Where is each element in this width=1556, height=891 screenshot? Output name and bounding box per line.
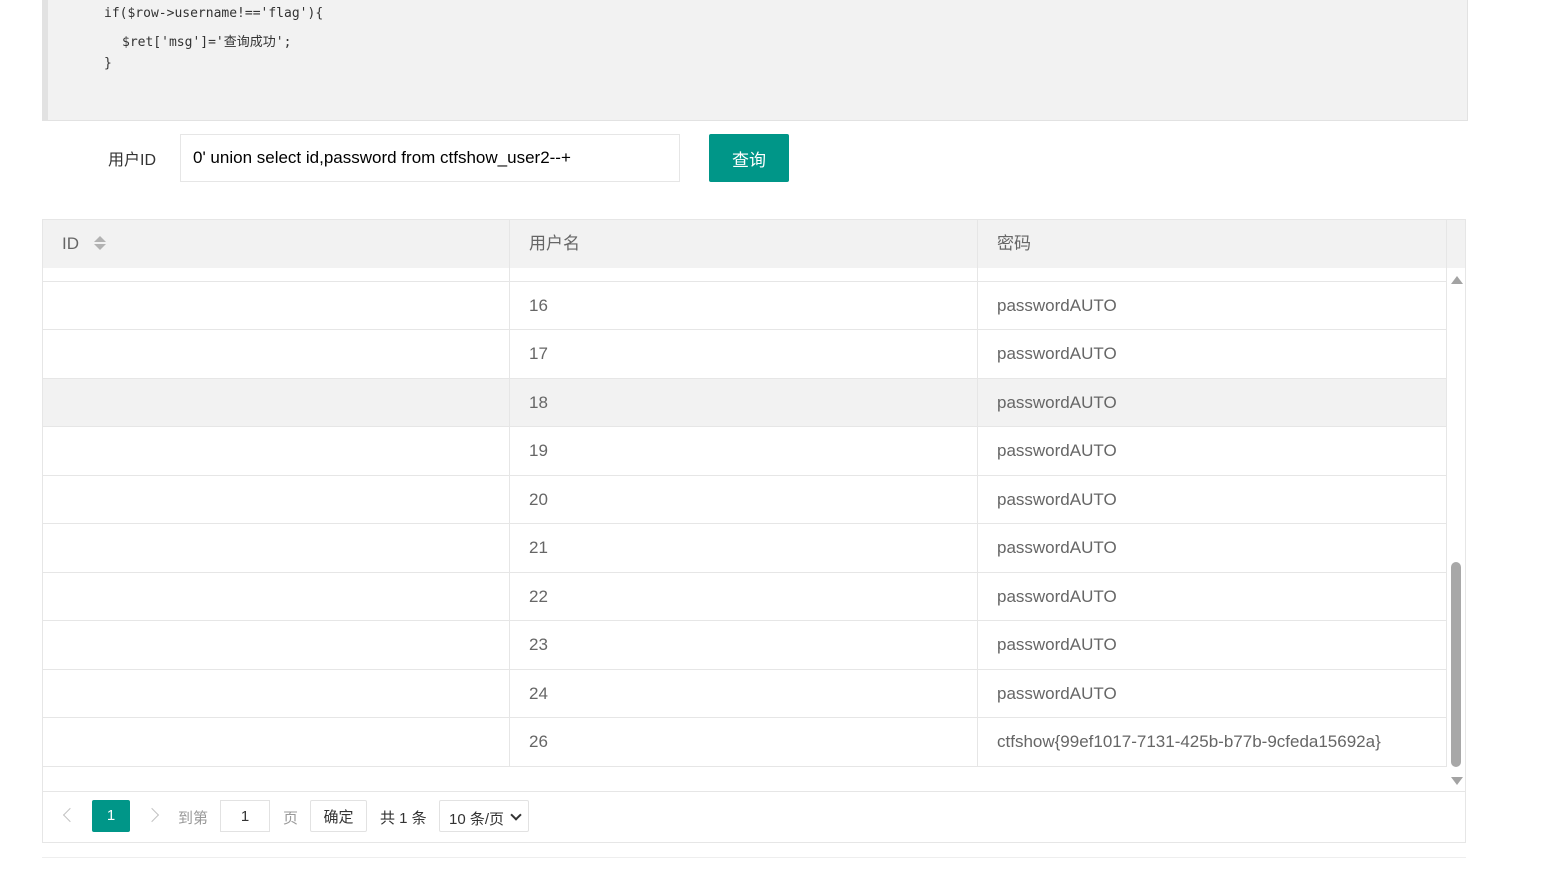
table-row[interactable]: 18 passwordAUTO <box>43 378 1447 427</box>
cell-username: 19 <box>510 427 978 475</box>
chevron-right-icon <box>144 807 160 823</box>
cell-id <box>43 621 510 669</box>
cell-id <box>43 281 510 329</box>
code-line: $ret['msg']='查询成功'; <box>122 35 292 50</box>
table-row[interactable]: 17 passwordAUTO <box>43 330 1447 379</box>
table-row[interactable]: 15passwordAUTO <box>43 268 1447 282</box>
chevron-left-icon <box>62 807 78 823</box>
column-header-password: 密码 <box>978 220 1447 268</box>
cell-id <box>43 330 510 378</box>
cell-id <box>43 427 510 475</box>
table-row[interactable]: 16 passwordAUTO <box>43 281 1447 330</box>
goto-label: 到第 <box>178 810 209 827</box>
cell-password: passwordAUTO <box>978 281 1447 329</box>
cell-id <box>43 718 510 766</box>
query-button[interactable]: 查询 <box>709 134 789 182</box>
table-row[interactable]: 26 ctfshow{99ef1017-7131-425b-b77b-9cfeda… <box>43 718 1447 767</box>
table-header: ID 用户名 密码 <box>43 220 1465 269</box>
cell-username: 26 <box>510 718 978 766</box>
page-size-select[interactable]: 10 条/页 <box>439 800 529 832</box>
cell-password: passwordAUTO <box>978 268 1447 281</box>
cell-id <box>43 524 510 572</box>
user-id-label: 用户ID <box>108 152 157 169</box>
code-line: if($row->username!=='flag'){ <box>104 6 324 21</box>
table-row[interactable]: 21 passwordAUTO <box>43 524 1447 573</box>
cell-password: passwordAUTO <box>978 427 1447 475</box>
cell-id <box>43 268 510 281</box>
cell-username: 18 <box>510 378 978 426</box>
page-label: 页 <box>283 810 299 827</box>
column-header-label: ID <box>62 234 79 253</box>
page-size-value: 10 条/页 <box>449 811 505 828</box>
sort-icon[interactable] <box>93 235 106 251</box>
column-header-id[interactable]: ID <box>43 220 510 268</box>
cell-password: passwordAUTO <box>978 378 1447 426</box>
scroll-up-arrow-icon[interactable] <box>1451 276 1463 284</box>
cell-username: 21 <box>510 524 978 572</box>
cell-username: 17 <box>510 330 978 378</box>
table-body[interactable]: 15passwordAUTO16passwordAUTO17passwordAU… <box>43 268 1447 791</box>
goto-page-input[interactable] <box>220 800 270 832</box>
cell-username: 16 <box>510 281 978 329</box>
table-row[interactable]: 22 passwordAUTO <box>43 572 1447 621</box>
cell-username: 20 <box>510 475 978 523</box>
cell-username: 15 <box>510 268 978 281</box>
code-line: } <box>104 56 112 71</box>
cell-password: passwordAUTO <box>978 524 1447 572</box>
code-block: if($row->username!=='flag'){ $ret['msg']… <box>42 0 1468 121</box>
table-row[interactable]: 23 passwordAUTO <box>43 621 1447 670</box>
total-count: 共 1 条 <box>380 810 427 827</box>
cell-password: ctfshow{99ef1017-7131-425b-b77b-9cfeda15… <box>978 718 1447 766</box>
page-1-button[interactable]: 1 <box>92 800 130 832</box>
cell-id <box>43 572 510 620</box>
divider <box>42 857 1466 858</box>
dropdown-caret-icon <box>510 809 522 821</box>
cell-username: 23 <box>510 621 978 669</box>
cell-id <box>43 669 510 717</box>
prev-page-button[interactable] <box>61 804 78 826</box>
scroll-down-arrow-icon[interactable] <box>1451 777 1463 785</box>
scroll-thumb[interactable] <box>1451 562 1461 767</box>
pagination: 1 到第 页 确定 共 1 条 10 条/页 <box>43 791 1465 842</box>
user-id-input[interactable] <box>180 134 680 182</box>
table-row[interactable]: 24 passwordAUTO <box>43 669 1447 718</box>
cell-password: passwordAUTO <box>978 621 1447 669</box>
cell-password: passwordAUTO <box>978 475 1447 523</box>
cell-password: passwordAUTO <box>978 669 1447 717</box>
table-row[interactable]: 19 passwordAUTO <box>43 427 1447 476</box>
results-table: ID 用户名 密码 15passwordAUTO16passwordAUTO17… <box>42 219 1466 843</box>
confirm-page-button[interactable]: 确定 <box>310 800 367 832</box>
next-page-button[interactable] <box>144 804 161 826</box>
cell-username: 24 <box>510 669 978 717</box>
table-row[interactable]: 20 passwordAUTO <box>43 475 1447 524</box>
cell-id <box>43 475 510 523</box>
table-scrollbar[interactable] <box>1447 268 1465 791</box>
cell-username: 22 <box>510 572 978 620</box>
cell-password: passwordAUTO <box>978 330 1447 378</box>
cell-password: passwordAUTO <box>978 572 1447 620</box>
cell-id <box>43 378 510 426</box>
table-rows: 15passwordAUTO16passwordAUTO17passwordAU… <box>43 268 1447 767</box>
column-header-username: 用户名 <box>510 220 978 268</box>
